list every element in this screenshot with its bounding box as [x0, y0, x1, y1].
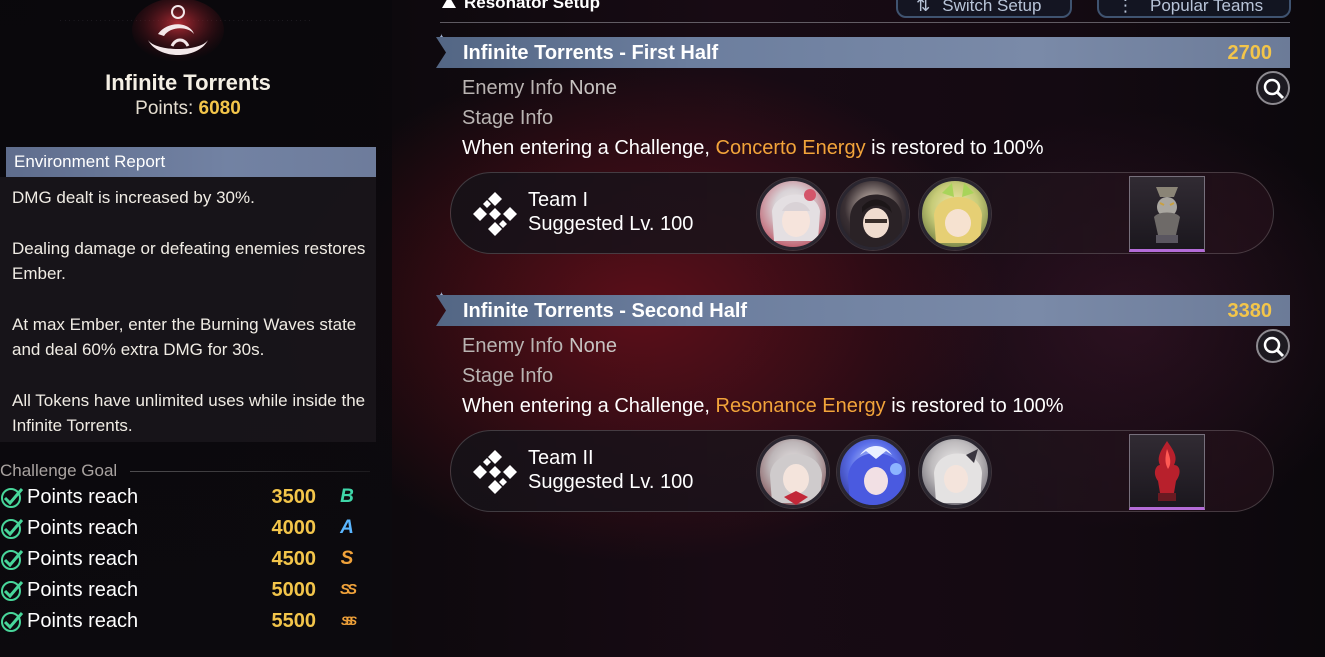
check-circle-icon [1, 581, 24, 601]
character-portrait [848, 446, 904, 505]
character-avatar[interactable] [837, 436, 909, 508]
team-level: Suggested Lv. 100 [528, 213, 694, 235]
character-portrait [850, 194, 902, 247]
check-circle-icon [1, 550, 24, 570]
diamond-cluster-icon [473, 192, 517, 236]
check-circle-icon [1, 612, 24, 632]
check-circle-icon [1, 519, 24, 539]
check-circle-icon [1, 488, 24, 508]
goal-label: Points reach [27, 548, 139, 570]
rank-badge-a: A [340, 517, 354, 538]
character-avatar[interactable] [757, 436, 829, 508]
character-portrait [934, 183, 982, 243]
points-value: 6080 [198, 98, 241, 119]
goal-label: Points reach [27, 610, 139, 632]
stage-score: 3380 [1227, 300, 1273, 322]
desc-highlight: Resonance Energy [715, 395, 886, 417]
character-avatar[interactable] [919, 178, 991, 250]
echo-slot[interactable] [1129, 176, 1205, 252]
rank-badge-s: S [340, 548, 354, 569]
goal-points: 4000 [271, 517, 317, 539]
switch-setup-label: Switch Setup [942, 0, 1042, 15]
challenge-goal-title: Challenge Goal [0, 461, 118, 480]
resonator-setup-label: Resonator Setup [464, 0, 601, 12]
env-paragraph: All Tokens have unlimited uses while ins… [12, 391, 366, 435]
character-portrait [770, 454, 822, 505]
echo-flame-icon [1154, 441, 1180, 501]
environment-report-body: DMG dealt is increased by 30%. Dealing d… [0, 177, 376, 442]
goal-points: 5000 [271, 579, 317, 601]
goal-points: 3500 [271, 486, 317, 508]
enemy-info-label: Enemy Info [462, 77, 564, 99]
switch-icon: ⇅ [916, 0, 931, 15]
team-card[interactable]: Team II Suggested Lv. 100 [450, 430, 1274, 512]
resonator-setup-heading: Resonator Setup [440, 0, 600, 13]
search-button[interactable] [1256, 71, 1290, 105]
team-name: Team I [528, 189, 589, 211]
popular-teams-label: Popular Teams [1150, 0, 1264, 15]
desc-prefix: When entering a Challenge, [462, 137, 710, 159]
desc-suffix: is restored to 100% [891, 395, 1064, 417]
team-level: Suggested Lv. 100 [528, 471, 694, 493]
enemy-info-value: None [569, 77, 617, 99]
points-label: Points: [135, 98, 194, 119]
stage-score: 2700 [1227, 42, 1273, 64]
rank-badge-sss: SSS [340, 614, 357, 628]
more-icon: ⋮ [1117, 0, 1134, 15]
left-panel: · · · · · · · · · · · · · · · · · · · · … [0, 0, 392, 657]
rank-badge-b: B [340, 486, 354, 507]
goal-row: Points reach 4000 A [0, 515, 376, 543]
enemy-info: Enemy Info None [462, 335, 617, 358]
enemy-info-value: None [569, 335, 617, 357]
switch-setup-button[interactable]: ⇅ Switch Setup [896, 0, 1072, 18]
divider [130, 471, 370, 472]
stage-name: Infinite Torrents - Second Half [463, 300, 748, 322]
goal-row: Points reach 5500 SSS [0, 608, 376, 636]
desc-suffix: is restored to 100% [871, 137, 1044, 159]
resonator-icon [442, 0, 456, 8]
divider [440, 22, 1290, 23]
goal-points: 5500 [271, 610, 317, 632]
env-paragraph: DMG dealt is increased by 30%. [12, 188, 255, 207]
rank-badge-ss: SS [339, 581, 357, 598]
env-paragraph: At max Ember, enter the Burning Waves st… [12, 315, 357, 359]
team-name: Team II [528, 447, 594, 469]
total-points: Points: 6080 [0, 98, 376, 120]
env-paragraph: Dealing damage or defeating enemies rest… [12, 239, 366, 283]
character-avatar[interactable] [757, 178, 829, 250]
magnifier-icon [1263, 78, 1285, 100]
character-avatar[interactable] [919, 436, 991, 508]
goal-label: Points reach [27, 579, 139, 601]
goal-points: 4500 [271, 548, 317, 570]
goal-row: Points reach 4500 S [0, 546, 376, 574]
goal-row: Points reach 5000 SS [0, 577, 376, 605]
search-button[interactable] [1256, 329, 1290, 363]
stage-info-label: Stage Info [462, 365, 554, 387]
stage-emblem-icon [132, 0, 224, 62]
goal-row: Points reach 3500 B [0, 484, 376, 512]
stage-description: When entering a Challenge, Resonance Ene… [462, 395, 1064, 418]
enemy-info: Enemy Info None [462, 77, 617, 100]
desc-highlight: Concerto Energy [715, 137, 866, 159]
character-avatar[interactable] [837, 178, 909, 250]
echo-bust-icon [1154, 187, 1180, 243]
stage-title: Infinite Torrents [105, 70, 271, 95]
enemy-info-label: Enemy Info [462, 335, 564, 357]
goal-label: Points reach [27, 517, 139, 539]
character-portrait [772, 189, 820, 241]
stage-info-label: Stage Info [462, 107, 554, 129]
desc-prefix: When entering a Challenge, [462, 395, 710, 417]
diamond-cluster-icon [473, 450, 517, 494]
stage-name: Infinite Torrents - First Half [463, 42, 719, 64]
character-portrait [934, 449, 982, 503]
echo-slot[interactable] [1129, 434, 1205, 510]
goal-label: Points reach [27, 486, 139, 508]
stage-header-first-half: Infinite Torrents - First Half 2700 [436, 37, 1290, 68]
stage-description: When entering a Challenge, Concerto Ener… [462, 137, 1043, 160]
magnifier-icon [1263, 336, 1285, 358]
stage-header-second-half: Infinite Torrents - Second Half 3380 [436, 295, 1290, 326]
team-card[interactable]: Team I Suggested Lv. 100 [450, 172, 1274, 254]
popular-teams-button[interactable]: ⋮ Popular Teams [1097, 0, 1291, 18]
environment-report-header: Environment Report [6, 147, 376, 177]
